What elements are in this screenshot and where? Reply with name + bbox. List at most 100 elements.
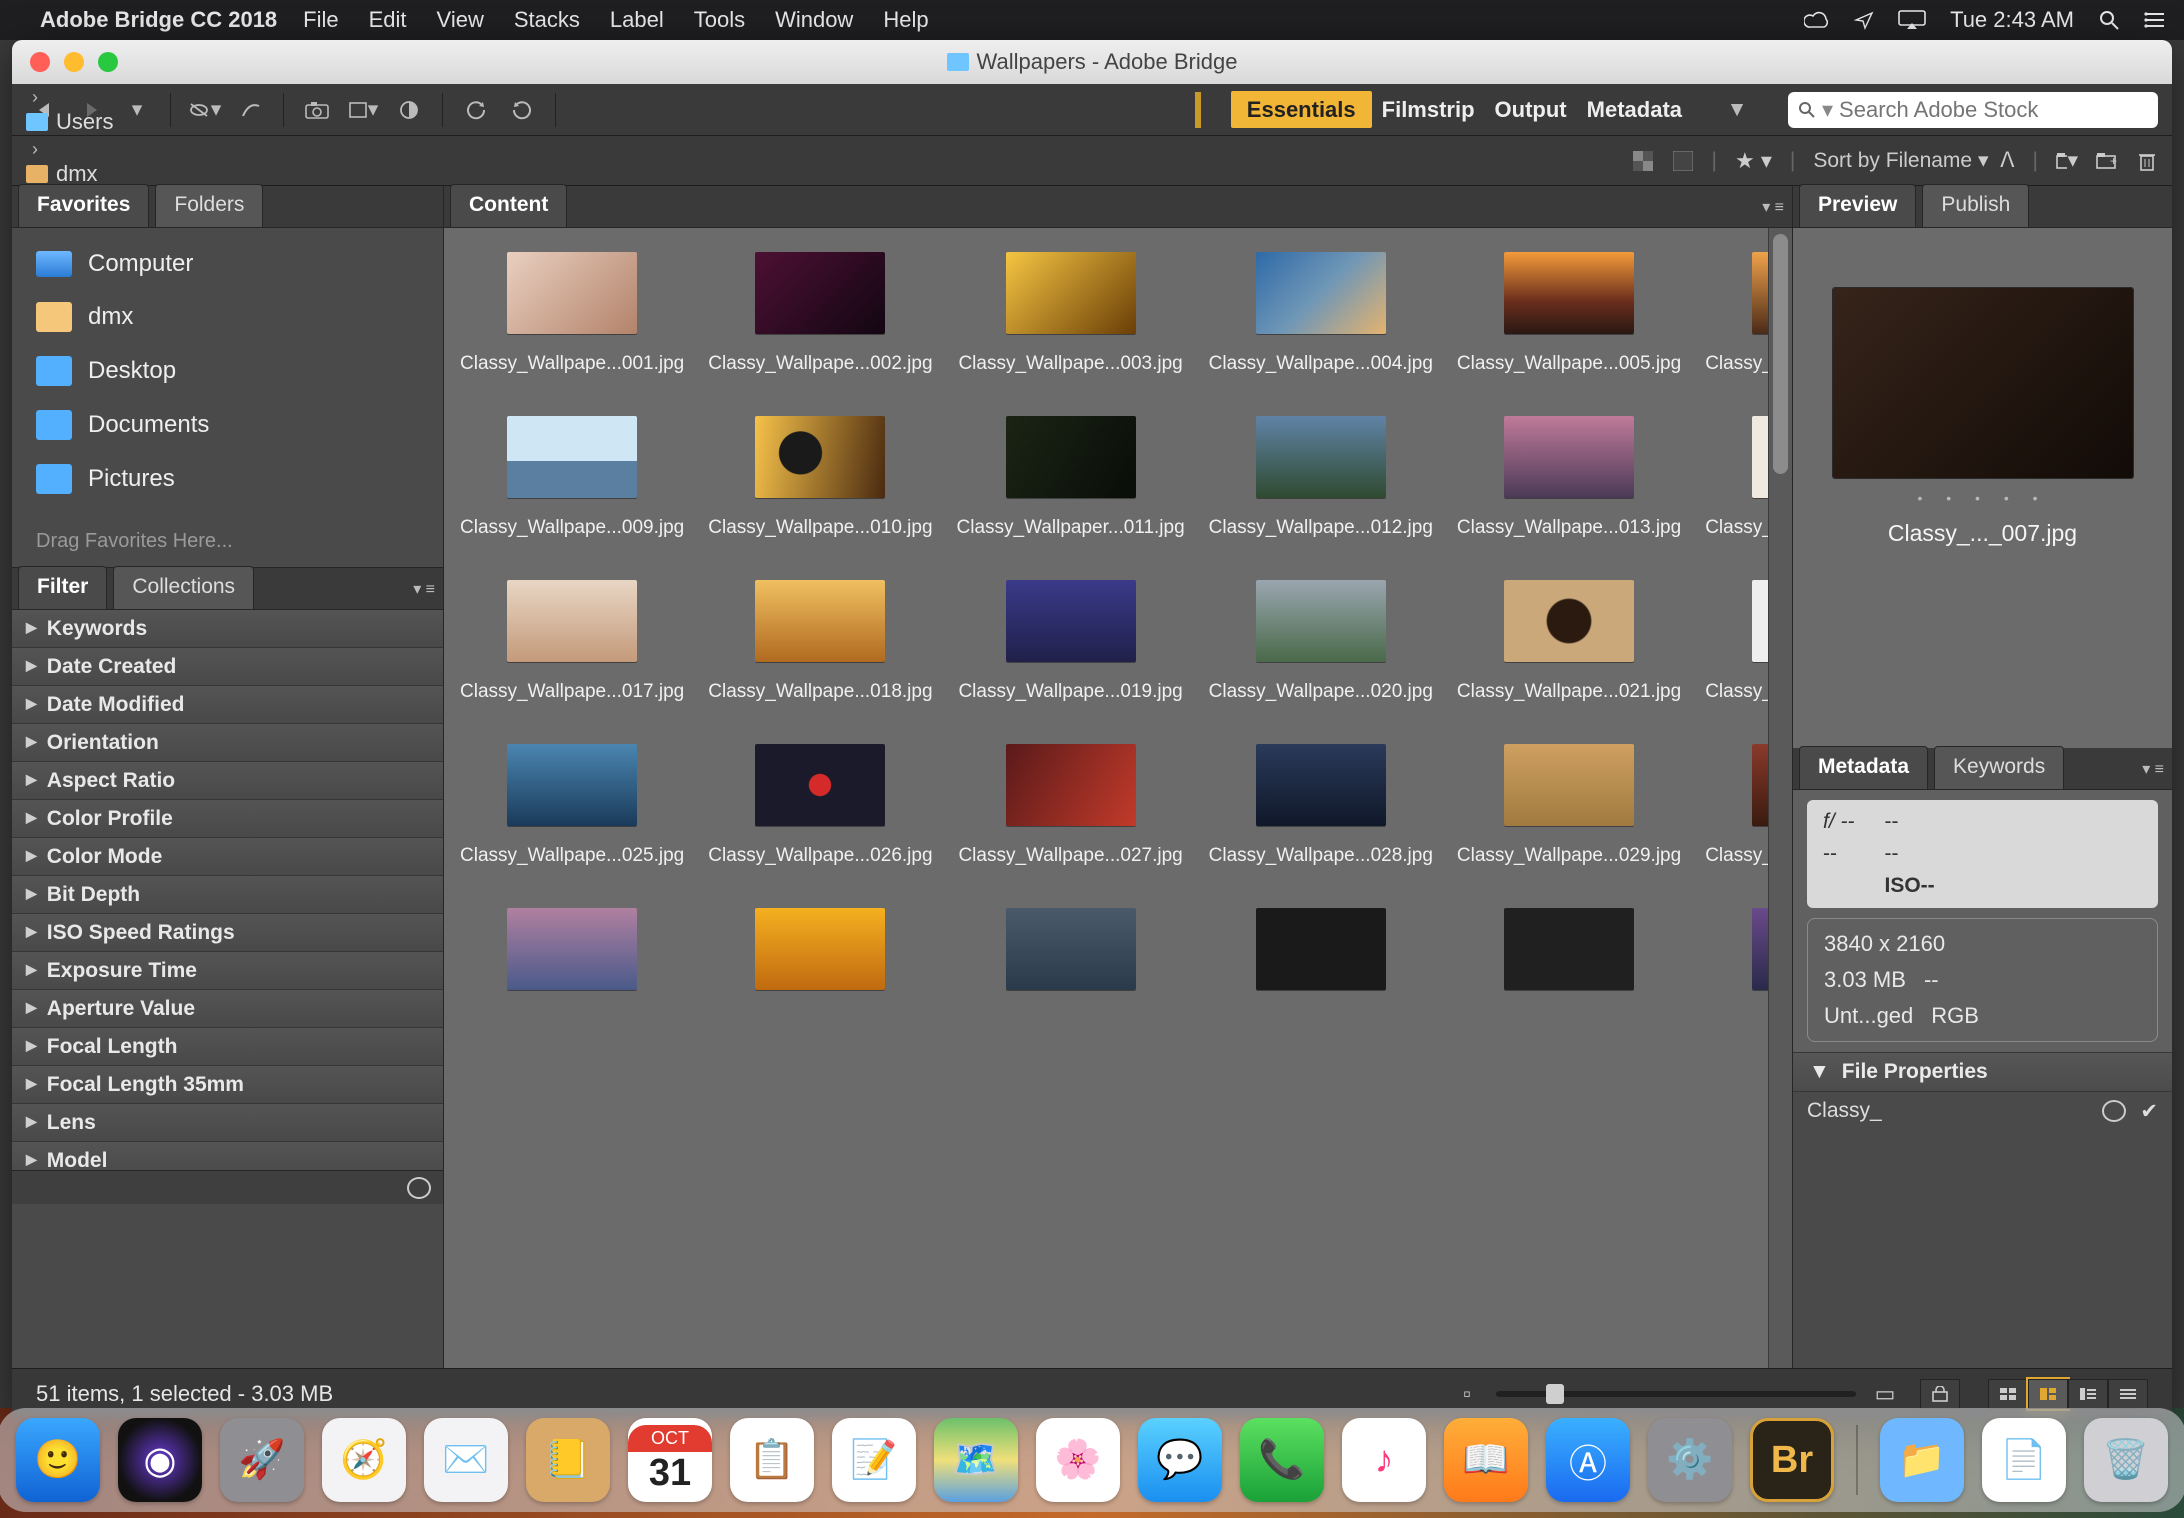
dock-mail[interactable]: ✉️: [424, 1418, 508, 1502]
menubar-view[interactable]: View: [437, 7, 484, 32]
location-icon[interactable]: [1854, 10, 1874, 30]
trash-icon[interactable]: [2136, 150, 2158, 172]
breadcrumb-users[interactable]: Users: [26, 109, 194, 135]
thumbnail-item[interactable]: Classy_Wallpape...018.jpg: [706, 574, 934, 720]
filter-panel-menu[interactable]: ▾ ≡: [413, 579, 435, 599]
menubar-clock[interactable]: Tue 2:43 AM: [1950, 7, 2074, 33]
dock-appstore[interactable]: Ⓐ: [1546, 1418, 1630, 1502]
tab-publish[interactable]: Publish: [1922, 184, 2029, 227]
sort-direction-icon[interactable]: ᐱ: [2000, 149, 2014, 172]
filter-orientation[interactable]: ▶Orientation: [12, 724, 443, 762]
airplay-icon[interactable]: [1898, 10, 1926, 30]
thumbnail-item[interactable]: [955, 902, 1187, 994]
notification-center-icon[interactable]: [2144, 11, 2166, 29]
view-grid-button[interactable]: [1988, 1379, 2028, 1409]
filter-rating-button[interactable]: ★ ▾: [1735, 148, 1772, 174]
new-folder-icon[interactable]: +: [2096, 150, 2118, 172]
dock-photos[interactable]: 🌸: [1036, 1418, 1120, 1502]
creative-cloud-icon[interactable]: [1804, 11, 1830, 29]
dock-maps[interactable]: 🗺️: [934, 1418, 1018, 1502]
thumbnail-item[interactable]: [706, 902, 934, 994]
favorite-desktop[interactable]: Desktop: [12, 344, 443, 398]
menubar-tools[interactable]: Tools: [694, 7, 745, 32]
dock-safari[interactable]: 🧭: [322, 1418, 406, 1502]
favorite-pictures[interactable]: Pictures: [12, 452, 443, 506]
cancel-filter-icon[interactable]: [407, 1177, 431, 1199]
grid-solid-icon[interactable]: [1672, 150, 1694, 172]
thumbnail-item[interactable]: Classy_Wallpape...026.jpg: [706, 738, 934, 884]
thumbnail-item[interactable]: Classy_Wallpape...013.jpg: [1455, 410, 1683, 556]
chevron-right-icon[interactable]: ›: [32, 87, 38, 107]
favorite-dmx[interactable]: dmx: [12, 290, 443, 344]
menubar-window[interactable]: Window: [775, 7, 853, 32]
filter-color-mode[interactable]: ▶Color Mode: [12, 838, 443, 876]
thumbnail-item[interactable]: Classy_Wallpape...001.jpg: [458, 246, 686, 392]
preview-image[interactable]: [1833, 288, 2133, 478]
grid-transparency-icon[interactable]: [1632, 150, 1654, 172]
dock-calendar[interactable]: OCT31: [628, 1418, 712, 1502]
workspace-tab-metadata[interactable]: Metadata: [1577, 91, 1692, 128]
thumbnail-item[interactable]: Classy_Wallpape...003.jpg: [955, 246, 1187, 392]
thumbnail-item[interactable]: Classy_Wallpape...004.jpg: [1207, 246, 1435, 392]
rotate-cw-button[interactable]: [503, 93, 541, 127]
filter-focal-length[interactable]: ▶Focal Length: [12, 1028, 443, 1066]
tab-content[interactable]: Content: [450, 184, 567, 227]
view-details-button[interactable]: [2068, 1379, 2108, 1409]
thumbnail-item[interactable]: [1455, 902, 1683, 994]
dock-facetime[interactable]: 📞: [1240, 1418, 1324, 1502]
view-thumb-button[interactable]: [2028, 1379, 2068, 1409]
menubar-stacks[interactable]: Stacks: [514, 7, 580, 32]
boomerang-button[interactable]: [231, 93, 269, 127]
thumbnail-item[interactable]: Classy_Wallpaper...011.jpg: [955, 410, 1187, 556]
zoom-largest-icon[interactable]: ▭: [1874, 1383, 1896, 1405]
thumbnail-item[interactable]: Classy_Wallpape...002.jpg: [706, 246, 934, 392]
thumbnail-item[interactable]: Classy_Wallpape...012.jpg: [1207, 410, 1435, 556]
tab-preview[interactable]: Preview: [1799, 184, 1916, 227]
window-titlebar[interactable]: Wallpapers - Adobe Bridge: [12, 40, 2172, 84]
thumbnail-size-slider[interactable]: [1496, 1391, 1856, 1397]
refine-button[interactable]: ▾: [344, 93, 382, 127]
filter-aperture-value[interactable]: ▶Aperture Value: [12, 990, 443, 1028]
metadata-panel-menu[interactable]: ▾ ≡: [2142, 759, 2164, 779]
chevron-right-icon[interactable]: ›: [32, 139, 38, 159]
sort-dropdown[interactable]: Sort by Filename ▾ ᐱ: [1813, 148, 2014, 173]
dock-recent-file[interactable]: 📄: [1982, 1418, 2066, 1502]
dock-launchpad[interactable]: 🚀: [220, 1418, 304, 1502]
dock-itunes[interactable]: ♪: [1342, 1418, 1426, 1502]
favorite-computer[interactable]: Computer: [12, 238, 443, 290]
rotate-ccw-button[interactable]: [457, 93, 495, 127]
file-properties-section[interactable]: ▼File Properties: [1793, 1052, 2172, 1092]
filter-aspect-ratio[interactable]: ▶Aspect Ratio: [12, 762, 443, 800]
workspace-menu-button[interactable]: ▼: [1718, 93, 1756, 127]
filter-lens[interactable]: ▶Lens: [12, 1104, 443, 1142]
menubar-file[interactable]: File: [303, 7, 338, 32]
workspace-tab-filmstrip[interactable]: Filmstrip: [1372, 91, 1485, 128]
tab-collections[interactable]: Collections: [113, 566, 254, 609]
camera-raw-button[interactable]: [390, 93, 428, 127]
dock-messages[interactable]: 💬: [1138, 1418, 1222, 1502]
menubar-label[interactable]: Label: [610, 7, 664, 32]
thumbnail-grid[interactable]: Classy_Wallpape...001.jpgClassy_Wallpape…: [458, 246, 1778, 994]
workspace-divider[interactable]: [1195, 92, 1201, 128]
tab-keywords[interactable]: Keywords: [1934, 746, 2064, 789]
dock-contacts[interactable]: 📒: [526, 1418, 610, 1502]
dock-reminders[interactable]: 📋: [730, 1418, 814, 1502]
tab-favorites[interactable]: Favorites: [18, 184, 149, 227]
menubar-edit[interactable]: Edit: [369, 7, 407, 32]
dock-trash[interactable]: 🗑️: [2084, 1418, 2168, 1502]
stock-search-box[interactable]: ▾: [1788, 92, 2158, 128]
tab-folders[interactable]: Folders: [155, 184, 263, 227]
filter-keywords[interactable]: ▶Keywords: [12, 610, 443, 648]
thumbnail-item[interactable]: Classy_Wallpape...028.jpg: [1207, 738, 1435, 884]
menubar-app-name[interactable]: Adobe Bridge CC 2018: [40, 7, 277, 33]
workspace-tab-essentials[interactable]: Essentials: [1231, 91, 1372, 128]
dock-ibooks[interactable]: 📖: [1444, 1418, 1528, 1502]
metadata-cancel-icon[interactable]: [2102, 1100, 2126, 1122]
filter-color-profile[interactable]: ▶Color Profile: [12, 800, 443, 838]
spotlight-icon[interactable]: [2098, 9, 2120, 31]
thumbnail-item[interactable]: Classy_Wallpape...021.jpg: [1455, 574, 1683, 720]
preview-rating-dots[interactable]: • • • • •: [1917, 490, 2047, 506]
filter-model[interactable]: ▶Model: [12, 1142, 443, 1170]
filter-bit-depth[interactable]: ▶Bit Depth: [12, 876, 443, 914]
dock-siri[interactable]: ◉: [118, 1418, 202, 1502]
